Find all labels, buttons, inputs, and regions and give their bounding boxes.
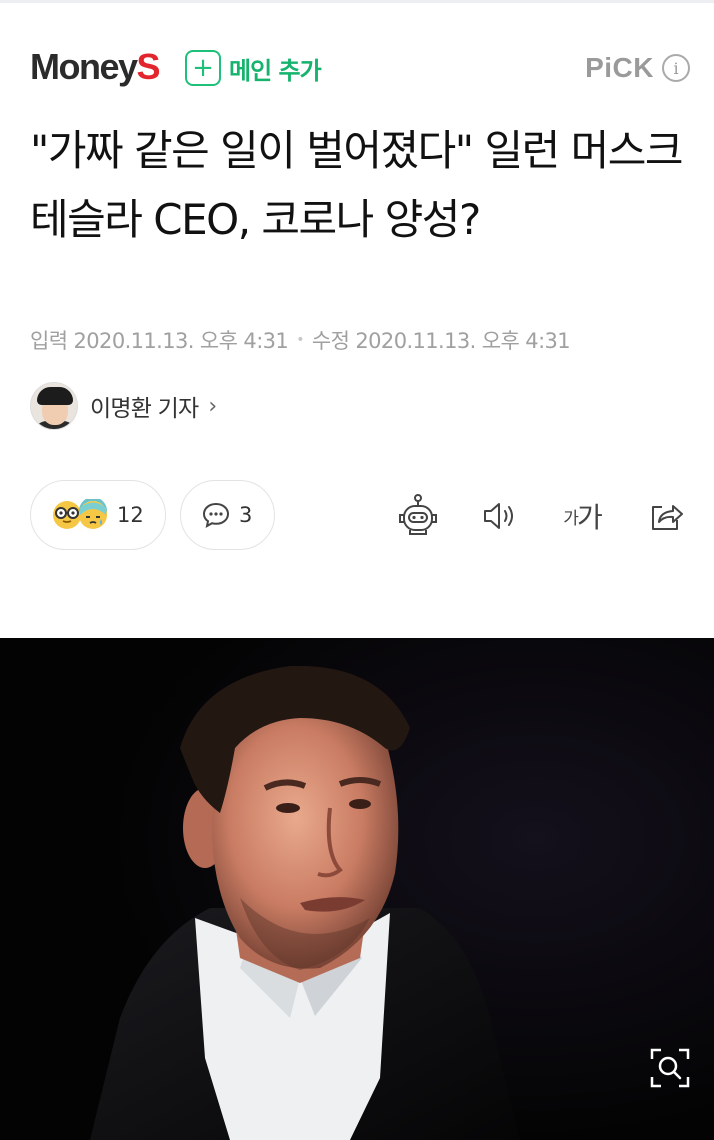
input-datetime: 2020.11.13. 오후 4:31 [73,329,289,353]
article-headline: "가짜 같은 일이 벌어졌다" 일런 머스크 테슬라 CEO, 코로나 양성? [30,126,684,244]
article-meta: 입력 2020.11.13. 오후 4:31 • 수정 2020.11.13. … [30,324,571,356]
input-label: 입력 [30,329,68,353]
sick-face-icon [79,499,107,529]
comment-button[interactable]: 3 [180,480,275,550]
reaction-count: 12 [117,503,144,527]
top-divider [0,0,714,3]
portrait-image [0,638,714,1140]
pick-label: PiCK [585,52,654,83]
tts-button[interactable] [474,490,526,542]
speech-bubble-icon [202,502,230,528]
subscribe-button[interactable]: + 메인 추가 [185,50,322,86]
meta-separator: • [296,332,304,348]
modified-label: 수정 [311,329,350,353]
modified-datetime: 2020.11.13. 오후 4:31 [355,329,571,353]
press-logo[interactable]: Money S [30,44,161,90]
reporter-link[interactable]: 이명환 기자 › [30,381,217,431]
reaction-emojis [51,499,109,531]
plus-icon: + [185,50,221,86]
robot-icon [399,494,437,535]
chevron-right-icon: › [208,393,218,419]
photo-zoom-button[interactable] [648,1046,692,1090]
reporter-avatar [30,382,78,430]
share-icon [652,505,683,530]
zoom-icon [650,1048,690,1088]
press-logo-accent: S [136,46,161,87]
article-photo[interactable] [0,638,714,1140]
comment-count: 3 [239,503,253,527]
reporter-name: 이명환 기자 [90,396,199,422]
font-size-large-label: 가 [576,501,603,534]
pick-badge[interactable]: PiCK i [585,50,690,86]
font-size-small-label: 가 [563,508,579,529]
speaker-icon [484,503,513,529]
press-logo-main: Money [30,46,138,87]
subscribe-label: 메인 추가 [229,56,322,85]
info-icon[interactable]: i [662,54,690,82]
reaction-button[interactable]: 12 [30,480,166,550]
share-button[interactable] [640,490,692,542]
summary-bot-button[interactable] [392,490,444,542]
font-size-button[interactable]: 가가 [556,490,608,542]
